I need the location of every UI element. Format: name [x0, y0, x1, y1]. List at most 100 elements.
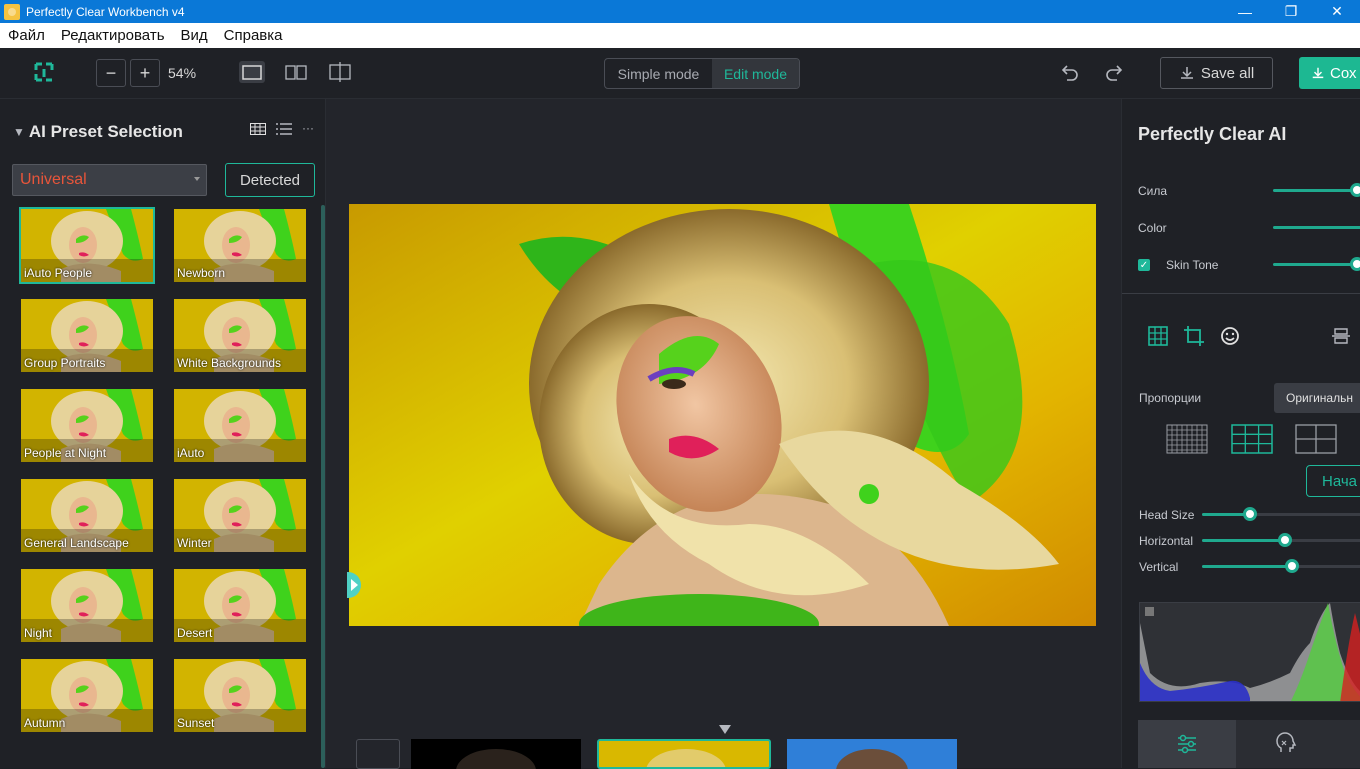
maximize-button[interactable]: ❐ — [1268, 0, 1314, 23]
head-size-knob[interactable] — [1243, 507, 1257, 521]
simple-mode-tab[interactable]: Simple mode — [605, 59, 712, 88]
color-slider[interactable] — [1273, 226, 1360, 229]
preset-thumb[interactable]: Desert — [174, 569, 306, 642]
histogram-clip-indicator — [1145, 607, 1154, 616]
zoom-level: 54% — [168, 65, 197, 81]
preset-thumb[interactable]: iAuto People — [19, 207, 155, 284]
preset-label: General Landscape — [24, 536, 129, 550]
aspect-ratio-dropdown[interactable]: Оригинальн — [1274, 383, 1360, 413]
skin-tone-slider[interactable] — [1273, 263, 1360, 266]
preset-thumb[interactable]: Group Portraits — [21, 299, 153, 372]
divider — [1122, 293, 1360, 294]
single-view-icon — [242, 64, 262, 80]
preset-label: Newborn — [177, 266, 226, 280]
skin-tone-slider-knob[interactable] — [1350, 257, 1360, 271]
proportions-label: Пропорции — [1139, 391, 1202, 405]
menu-view[interactable]: Вид — [173, 27, 216, 44]
menu-file[interactable]: Файл — [0, 27, 53, 44]
grid-fine-icon[interactable] — [1166, 424, 1208, 454]
zoom-out-button[interactable]: − — [96, 59, 126, 87]
preset-scrollbar[interactable] — [321, 205, 325, 768]
preset-thumb[interactable]: Winter — [174, 479, 306, 552]
window-title: Perfectly Clear Workbench v4 — [26, 4, 185, 19]
side-by-side-icon — [285, 64, 307, 80]
adjustments-panel: Perfectly Clear AI Сила Color ✓ Skin Ton… — [1121, 99, 1360, 768]
portrait-photo — [349, 204, 1096, 626]
skin-tone-label: Skin Tone — [1166, 258, 1219, 272]
strength-slider-knob[interactable] — [1350, 183, 1360, 197]
vertical-label: Vertical — [1139, 560, 1179, 574]
histogram — [1139, 602, 1360, 702]
ai-face-tab[interactable] — [1236, 720, 1334, 768]
more-options-icon[interactable]: ··· — [302, 122, 314, 135]
save-button[interactable]: Сох — [1299, 57, 1360, 89]
save-all-label: Save all — [1200, 64, 1255, 82]
detected-button[interactable]: Detected — [225, 163, 315, 197]
preset-dropdown[interactable]: Universal — [12, 164, 207, 196]
preset-label: Night — [24, 626, 53, 640]
close-button[interactable]: ✕ — [1314, 0, 1360, 23]
edit-mode-tab[interactable]: Edit mode — [712, 59, 799, 88]
preset-label: Autumn — [24, 716, 66, 730]
undo-icon[interactable] — [1058, 62, 1080, 84]
menu-bar: Файл Редактировать Вид Справка — [0, 23, 1360, 48]
preset-panel-header[interactable]: ▼ AI Preset Selection — [13, 122, 183, 142]
grid-thirds-icon[interactable] — [1231, 424, 1273, 454]
list-view-icon[interactable] — [276, 123, 292, 135]
preset-thumb[interactable]: iAuto — [174, 389, 306, 462]
filmstrip-photo — [599, 741, 769, 767]
minimize-button[interactable]: — — [1222, 0, 1268, 23]
preset-view-controls: ··· — [250, 122, 314, 135]
preset-label: iAuto — [177, 446, 205, 460]
flip-icon[interactable] — [1329, 324, 1353, 348]
preset-thumb[interactable]: Sunset — [174, 659, 306, 732]
app-logo-icon[interactable] — [33, 61, 55, 83]
download-icon — [1180, 67, 1193, 79]
adjustments-tab[interactable] — [1138, 720, 1236, 768]
face-icon[interactable] — [1218, 324, 1242, 348]
skin-tone-checkbox[interactable]: ✓ — [1138, 259, 1150, 271]
save-label: Сох — [1330, 64, 1357, 82]
preset-thumb[interactable]: Newborn — [174, 209, 306, 282]
menu-edit[interactable]: Редактировать — [53, 27, 173, 44]
filmstrip-photo — [836, 749, 908, 769]
horizontal-label: Horizontal — [1139, 534, 1194, 548]
preset-label: Group Portraits — [24, 356, 106, 370]
preset-thumb[interactable]: White Backgrounds — [174, 299, 306, 372]
save-all-button[interactable]: Save all — [1160, 57, 1273, 89]
horizontal-knob[interactable] — [1278, 533, 1292, 547]
preset-label: Desert — [177, 626, 213, 640]
head-size-label: Head Size — [1139, 508, 1195, 522]
preset-panel-title: AI Preset Selection — [28, 122, 183, 141]
strength-slider[interactable] — [1273, 189, 1360, 192]
filmstrip-add-slot[interactable] — [356, 739, 400, 769]
preset-thumb[interactable]: Autumn — [21, 659, 153, 732]
preset-thumb[interactable]: General Landscape — [21, 479, 153, 552]
single-view-button[interactable] — [239, 61, 265, 83]
grid-view-icon[interactable] — [250, 123, 266, 135]
crop-icon[interactable] — [1182, 324, 1206, 348]
preset-thumb[interactable]: Night — [21, 569, 153, 642]
preset-thumb[interactable]: People at Night — [21, 389, 153, 462]
preset-label: People at Night — [24, 446, 107, 460]
face-profile-icon — [1276, 732, 1297, 752]
chevron-down-icon — [194, 177, 200, 181]
redo-icon[interactable] — [1104, 62, 1126, 84]
filmstrip-photo — [456, 749, 536, 769]
horizontal-fill — [1202, 539, 1285, 542]
vertical-knob[interactable] — [1285, 559, 1299, 573]
start-button[interactable]: Нача — [1306, 465, 1360, 497]
preset-panel: ▼ AI Preset Selection ··· Universal Dete… — [0, 99, 326, 768]
split-view-button[interactable] — [327, 61, 353, 83]
side-by-side-button[interactable] — [283, 61, 309, 83]
grid-tool-icon[interactable] — [1146, 324, 1170, 348]
download-icon — [1312, 67, 1324, 79]
mode-switch: Simple mode Edit mode — [604, 58, 800, 89]
filmstrip-thumb[interactable] — [411, 739, 581, 769]
filmstrip-thumb[interactable] — [787, 739, 957, 769]
grid-quarters-icon[interactable] — [1295, 424, 1337, 454]
menu-help[interactable]: Справка — [216, 27, 291, 44]
filmstrip-thumb-selected[interactable] — [597, 739, 771, 769]
zoom-in-button[interactable]: + — [130, 59, 160, 87]
current-image-marker — [719, 725, 731, 734]
